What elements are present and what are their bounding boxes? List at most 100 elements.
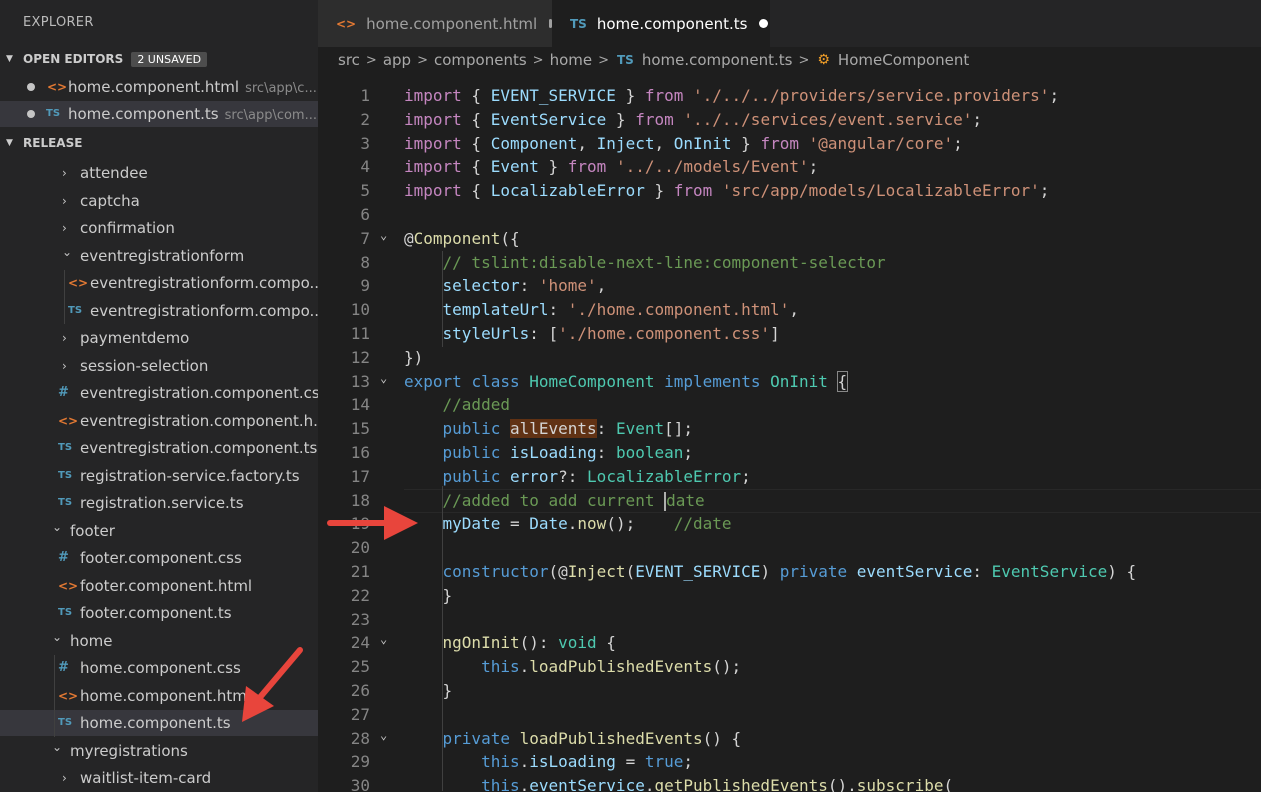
tree-folder[interactable]: › attendee bbox=[0, 160, 318, 186]
tab-home-component-html[interactable]: <> home.component.html bbox=[318, 0, 552, 47]
indent-guide bbox=[442, 486, 443, 791]
code-text: import { Event } from '../../models/Even… bbox=[404, 155, 818, 179]
code-line[interactable]: 22 } bbox=[318, 584, 1261, 608]
code-text: } bbox=[404, 679, 453, 703]
tree-file[interactable]: <> footer.component.html bbox=[0, 573, 318, 599]
css-file-icon: # bbox=[58, 385, 69, 400]
code-token: implements bbox=[664, 371, 761, 391]
fold-chevron-icon[interactable]: ⌄ bbox=[380, 627, 387, 651]
code-line[interactable]: 1 import { EVENT_SERVICE } from './../../… bbox=[318, 84, 1261, 108]
tree-item-label: session-selection bbox=[80, 357, 209, 375]
code-token: } bbox=[538, 157, 568, 177]
tree-folder[interactable]: › session-selection bbox=[0, 353, 318, 379]
code-line[interactable]: 16 public isLoading: boolean; bbox=[318, 441, 1261, 465]
breadcrumb-item-app[interactable]: app bbox=[379, 51, 415, 69]
chevron-right-icon: › bbox=[62, 221, 67, 235]
tree-folder[interactable]: › captcha bbox=[0, 188, 318, 214]
code-token: myDate bbox=[442, 514, 501, 534]
code-token: from bbox=[673, 181, 713, 201]
tree-file[interactable]: TS registration.service.ts bbox=[0, 490, 318, 516]
code-line[interactable]: 30 this.eventService.getPublishedEvents(… bbox=[318, 774, 1261, 792]
tree-item-label: confirmation bbox=[80, 219, 175, 237]
code-line[interactable]: 7 ⌄ @Component({ bbox=[318, 227, 1261, 251]
code-token: { bbox=[461, 181, 491, 201]
tree-file[interactable]: # footer.component.css bbox=[0, 545, 318, 571]
code-line[interactable]: 15 public allEvents: Event[]; bbox=[318, 417, 1261, 441]
code-token: class bbox=[471, 371, 520, 391]
breadcrumb-item-components[interactable]: components bbox=[430, 51, 531, 69]
code-line[interactable]: 9 selector: 'home', bbox=[318, 274, 1261, 298]
code-line[interactable]: 6 bbox=[318, 203, 1261, 227]
code-line[interactable]: 19 myDate = Date.now(); //date bbox=[318, 512, 1261, 536]
code-line[interactable]: 20 bbox=[318, 536, 1261, 560]
code-line[interactable]: 14 //added bbox=[318, 393, 1261, 417]
tree-item-label: home.component.css bbox=[80, 659, 241, 677]
tree-file[interactable]: <> eventregistration.component.h... bbox=[0, 408, 318, 434]
code-line[interactable]: 3 import { Component, Inject, OnInit } fr… bbox=[318, 132, 1261, 156]
code-line[interactable]: 21 constructor(@Inject(EVENT_SERVICE) pr… bbox=[318, 560, 1261, 584]
tree-folder[interactable]: › paymentdemo bbox=[0, 325, 318, 351]
code-line[interactable]: 28 ⌄ private loadPublishedEvents() { bbox=[318, 727, 1261, 751]
code-line[interactable]: 24 ⌄ ngOnInit(): void { bbox=[318, 631, 1261, 655]
breadcrumb-item-class[interactable]: HomeComponent bbox=[834, 51, 973, 69]
tree-file[interactable]: <> eventregistrationform.compo... bbox=[0, 270, 318, 296]
tree-item-label: home.component.ts bbox=[80, 714, 231, 732]
code-line[interactable]: 25 this.loadPublishedEvents(); bbox=[318, 655, 1261, 679]
code-token: from bbox=[760, 133, 799, 153]
code-line[interactable]: 11 styleUrls: ['./home.component.css'] bbox=[318, 322, 1261, 346]
chevron-down-icon: ▼ bbox=[6, 138, 13, 148]
unsaved-dot-icon[interactable] bbox=[759, 19, 769, 28]
tab-home-component-ts[interactable]: TS home.component.ts bbox=[552, 0, 770, 47]
code-line[interactable]: 5 import { LocalizableError } from 'src/a… bbox=[318, 179, 1261, 203]
tree-folder[interactable]: › waitlist-item-card bbox=[0, 765, 318, 791]
breadcrumb-item-file[interactable]: home.component.ts bbox=[638, 51, 797, 69]
code-token: { bbox=[596, 633, 616, 653]
code-line[interactable]: 18 //added to add current date bbox=[318, 489, 1261, 513]
tree-folder[interactable]: ⌄ eventregistrationform bbox=[0, 243, 318, 269]
chevron-down-icon: ⌄ bbox=[52, 520, 63, 534]
code-line[interactable]: 13 ⌄ export class HomeComponent implements… bbox=[318, 370, 1261, 394]
tree-folder[interactable]: ⌄ footer bbox=[0, 518, 318, 544]
code-line[interactable]: 12}) bbox=[318, 346, 1261, 370]
code-line[interactable]: 26 } bbox=[318, 679, 1261, 703]
open-editor-item-ts[interactable]: TS home.component.ts src\app\com... bbox=[0, 101, 318, 127]
tree-file[interactable]: TS registration-service.factory.ts bbox=[0, 463, 318, 489]
code-token: ; bbox=[808, 157, 819, 177]
fold-chevron-icon[interactable]: ⌄ bbox=[380, 223, 387, 247]
code-token: this bbox=[481, 657, 520, 677]
code-token: public bbox=[442, 419, 501, 439]
release-header[interactable]: ▼ RELEASE bbox=[0, 132, 318, 154]
code-line[interactable]: 27 bbox=[318, 703, 1261, 727]
tree-file[interactable]: TS footer.component.ts bbox=[0, 600, 318, 626]
code-line[interactable]: 2 import { EventService } from '../../ser… bbox=[318, 108, 1261, 132]
code-line[interactable]: 23 bbox=[318, 608, 1261, 632]
line-number: 13 bbox=[350, 371, 370, 391]
code-line[interactable]: 29 this.isLoading = true; bbox=[318, 750, 1261, 774]
tree-file[interactable]: TS eventregistration.component.ts bbox=[0, 435, 318, 461]
breadcrumb-item-home[interactable]: home bbox=[546, 51, 597, 69]
chevron-right-icon: › bbox=[62, 771, 67, 785]
code-editor[interactable]: 1 import { EVENT_SERVICE } from './../../… bbox=[318, 84, 1261, 792]
code-token: []; bbox=[664, 419, 694, 439]
code-line[interactable]: 17 public error?: LocalizableError; bbox=[318, 465, 1261, 489]
code-line[interactable]: 8 // tslint:disable-next-line:component-… bbox=[318, 251, 1261, 275]
open-editor-item-html[interactable]: <> home.component.html src\app\c... bbox=[0, 74, 318, 100]
code-text: //added to add current date bbox=[404, 489, 705, 513]
code-line[interactable]: 10 templateUrl: './home.component.html', bbox=[318, 298, 1261, 322]
tree-folder[interactable]: › confirmation bbox=[0, 215, 318, 241]
breadcrumb-item-src[interactable]: src bbox=[334, 51, 364, 69]
code-line[interactable]: 4 import { Event } from '../../models/Eve… bbox=[318, 155, 1261, 179]
tree-folder[interactable]: ⌄ myregistrations bbox=[0, 738, 318, 764]
tree-item-label: registration-service.factory.ts bbox=[80, 467, 300, 485]
fold-chevron-icon[interactable]: ⌄ bbox=[380, 366, 387, 390]
editor-tab-bar: <> home.component.html TS home.component… bbox=[318, 0, 1261, 47]
ts-file-icon: TS bbox=[58, 717, 73, 728]
code-token: } bbox=[644, 181, 674, 201]
fold-chevron-icon[interactable]: ⌄ bbox=[380, 723, 387, 747]
tree-file[interactable]: TS eventregistrationform.compo... bbox=[0, 298, 318, 324]
code-token: OnInit bbox=[770, 371, 828, 391]
tree-file[interactable]: # eventregistration.component.css bbox=[0, 380, 318, 406]
open-editors-header[interactable]: ▼ OPEN EDITORS 2 UNSAVED bbox=[0, 48, 318, 70]
